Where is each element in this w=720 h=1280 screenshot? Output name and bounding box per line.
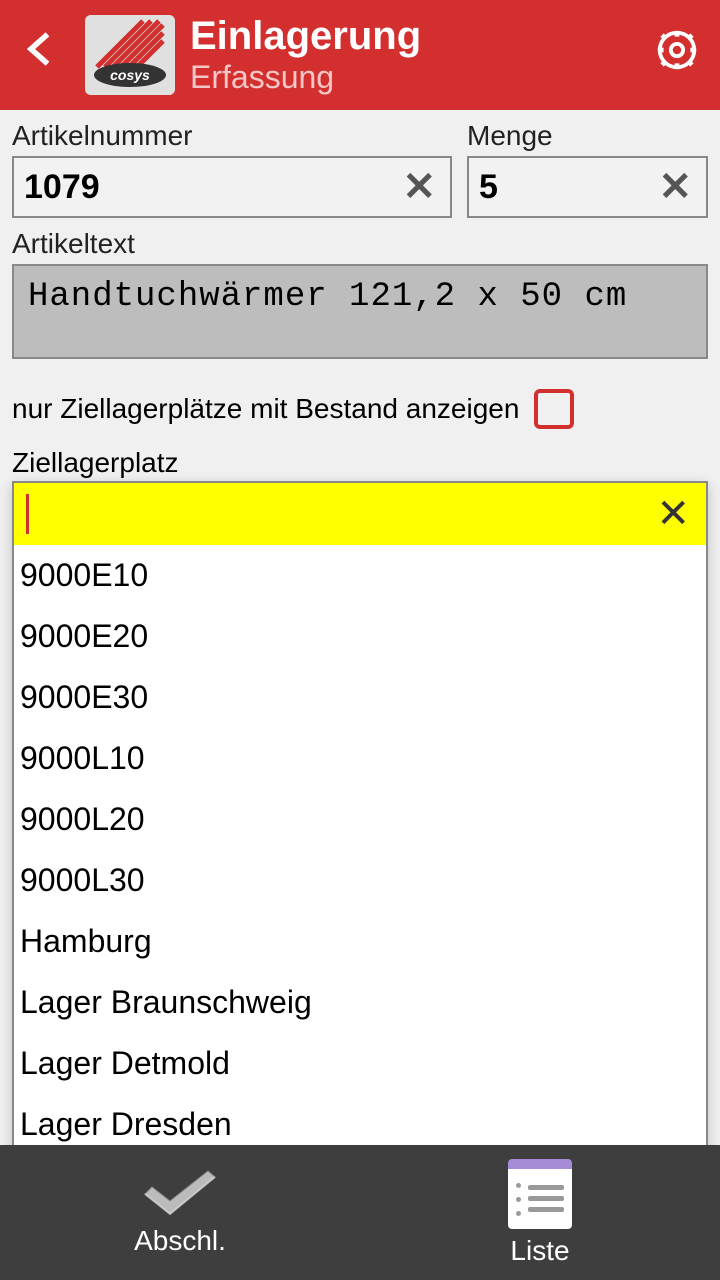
stock-filter-label: nur Ziellagerplätze mit Bestand anzeigen xyxy=(12,393,519,425)
menge-input[interactable]: 5 ✕ xyxy=(467,156,708,218)
liste-label: Liste xyxy=(510,1235,569,1267)
artikeltext-label: Artikeltext xyxy=(12,228,708,260)
menge-value: 5 xyxy=(479,168,654,207)
ziellagerplatz-clear-icon[interactable]: ✕ xyxy=(652,491,694,537)
app-logo: cosys xyxy=(85,15,175,95)
stock-filter-checkbox[interactable] xyxy=(534,389,574,429)
ziellagerplatz-options-list: 9000E109000E209000E309000L109000L209000L… xyxy=(14,545,706,1155)
app-header: cosys Einlagerung Erfassung xyxy=(0,0,720,110)
title-block: Einlagerung Erfassung xyxy=(190,14,639,96)
artikelnummer-value: 1079 xyxy=(24,168,398,207)
page-title: Einlagerung xyxy=(190,14,639,59)
ziellagerplatz-input[interactable]: ✕ xyxy=(14,483,706,545)
ziellagerplatz-label: Ziellagerplatz xyxy=(12,447,708,479)
artikeltext-box: Handtuchwärmer 121,2 x 50 cm xyxy=(12,264,708,359)
page-subtitle: Erfassung xyxy=(190,59,639,96)
ziellagerplatz-option[interactable]: 9000L30 xyxy=(14,850,706,911)
ziellagerplatz-dropdown: ✕ 9000E109000E209000E309000L109000L20900… xyxy=(12,481,708,1157)
text-cursor xyxy=(26,494,29,534)
menge-clear-icon[interactable]: ✕ xyxy=(654,164,696,210)
ziellagerplatz-option[interactable]: 9000E10 xyxy=(14,545,706,606)
ziellagerplatz-option[interactable]: 9000L10 xyxy=(14,728,706,789)
ziellagerplatz-option[interactable]: Hamburg xyxy=(14,911,706,972)
menge-label: Menge xyxy=(467,120,708,152)
ziellagerplatz-option[interactable]: 9000E30 xyxy=(14,667,706,728)
list-icon xyxy=(508,1159,572,1229)
back-arrow-icon[interactable] xyxy=(20,27,70,83)
ziellagerplatz-option[interactable]: Lager Braunschweig xyxy=(14,972,706,1033)
artikeltext-value: Handtuchwärmer 121,2 x 50 cm xyxy=(28,278,627,316)
liste-button[interactable]: Liste xyxy=(360,1145,720,1280)
settings-gear-icon[interactable] xyxy=(654,27,700,84)
abschl-button[interactable]: Abschl. xyxy=(0,1145,360,1280)
checkmark-icon xyxy=(140,1169,220,1219)
svg-text:cosys: cosys xyxy=(110,67,150,83)
artikelnummer-clear-icon[interactable]: ✕ xyxy=(398,164,440,210)
artikelnummer-label: Artikelnummer xyxy=(12,120,452,152)
ziellagerplatz-option[interactable]: Lager Detmold xyxy=(14,1033,706,1094)
ziellagerplatz-option[interactable]: 9000E20 xyxy=(14,606,706,667)
ziellagerplatz-option[interactable]: 9000L20 xyxy=(14,789,706,850)
artikelnummer-input[interactable]: 1079 ✕ xyxy=(12,156,452,218)
bottom-toolbar: Abschl. Liste xyxy=(0,1145,720,1280)
abschl-label: Abschl. xyxy=(134,1225,226,1257)
